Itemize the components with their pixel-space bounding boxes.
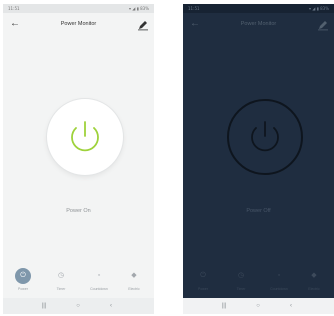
status-indicators: ▾ ◢ ▮ 83% — [129, 6, 149, 11]
edit-icon[interactable] — [137, 18, 149, 31]
page-title: Power Monitor — [60, 21, 97, 27]
tab-label: Power — [198, 287, 208, 291]
recents-button[interactable]: ||| — [36, 301, 52, 311]
app-bar: ← Power Monitor — [3, 14, 154, 34]
system-nav-bar: ||| ○ ‹ — [3, 298, 154, 314]
power-toggle-button[interactable] — [47, 99, 123, 175]
power-on-screen: 11:51 ▾ ◢ ▮ 83% ← Power Monitor Power On… — [3, 4, 154, 314]
tab-label: Electric — [128, 287, 140, 291]
timer-icon: ◷ — [57, 272, 65, 279]
recents-button[interactable]: ||| — [216, 301, 232, 311]
tab-label: Countdown — [270, 287, 288, 291]
tab-label: Timer — [236, 287, 246, 291]
countdown-icon: ▫ — [97, 272, 101, 279]
home-button[interactable]: ○ — [70, 301, 86, 311]
countdown-icon: ▫ — [277, 272, 281, 279]
tab-label: Timer — [56, 287, 66, 291]
power-icon: ⏻ — [15, 268, 31, 284]
tab-electric[interactable]: ◆ Electric — [296, 266, 332, 294]
power-icon — [251, 121, 279, 152]
tab-power[interactable]: ⏻ Power — [5, 266, 41, 294]
electric-icon: ◆ — [311, 272, 317, 279]
app-bar: ← Power Monitor — [183, 14, 334, 34]
system-nav-bar: ||| ○ ‹ — [183, 298, 334, 314]
system-back-button[interactable]: ‹ — [283, 301, 299, 311]
tab-countdown[interactable]: ▫ Countdown — [261, 266, 297, 294]
page-title: Power Monitor — [240, 21, 277, 27]
status-indicators: ▾ ◢ ▮ 83% — [309, 6, 329, 11]
status-time: 11:51 — [188, 6, 200, 11]
tab-power[interactable]: ⏻ Power — [185, 266, 221, 294]
bottom-tab-bar: ⏻ Power ◷ Timer ▫ Countdown ◆ Electric — [3, 266, 154, 294]
power-off-screen: 11:51 ▾ ◢ ▮ 83% ← Power Monitor Power Of… — [183, 4, 334, 314]
bottom-tab-bar: ⏻ Power ◷ Timer ▫ Countdown ◆ Electric — [183, 266, 334, 294]
power-toggle-button[interactable] — [227, 99, 303, 175]
tab-label: Power — [18, 287, 28, 291]
system-back-button[interactable]: ‹ — [103, 301, 119, 311]
power-icon — [71, 121, 99, 152]
edit-icon[interactable] — [317, 18, 329, 31]
tab-label: Countdown — [90, 287, 108, 291]
electric-icon: ◆ — [131, 272, 137, 279]
tab-timer[interactable]: ◷ Timer — [223, 266, 259, 294]
home-button[interactable]: ○ — [250, 301, 266, 311]
power-state-label: Power On — [66, 208, 91, 214]
status-time: 11:51 — [8, 6, 20, 11]
tab-electric[interactable]: ◆ Electric — [116, 266, 152, 294]
status-bar: 11:51 ▾ ◢ ▮ 83% — [3, 4, 154, 13]
back-arrow-icon[interactable]: ← — [189, 18, 201, 30]
status-bar: 11:51 ▾ ◢ ▮ 83% — [183, 4, 334, 13]
power-icon: ⏻ — [200, 272, 206, 279]
timer-icon: ◷ — [237, 272, 245, 279]
tab-timer[interactable]: ◷ Timer — [43, 266, 79, 294]
back-arrow-icon[interactable]: ← — [9, 18, 21, 30]
power-state-label: Power Off — [246, 208, 271, 214]
tab-countdown[interactable]: ▫ Countdown — [81, 266, 117, 294]
tab-label: Electric — [308, 287, 320, 291]
